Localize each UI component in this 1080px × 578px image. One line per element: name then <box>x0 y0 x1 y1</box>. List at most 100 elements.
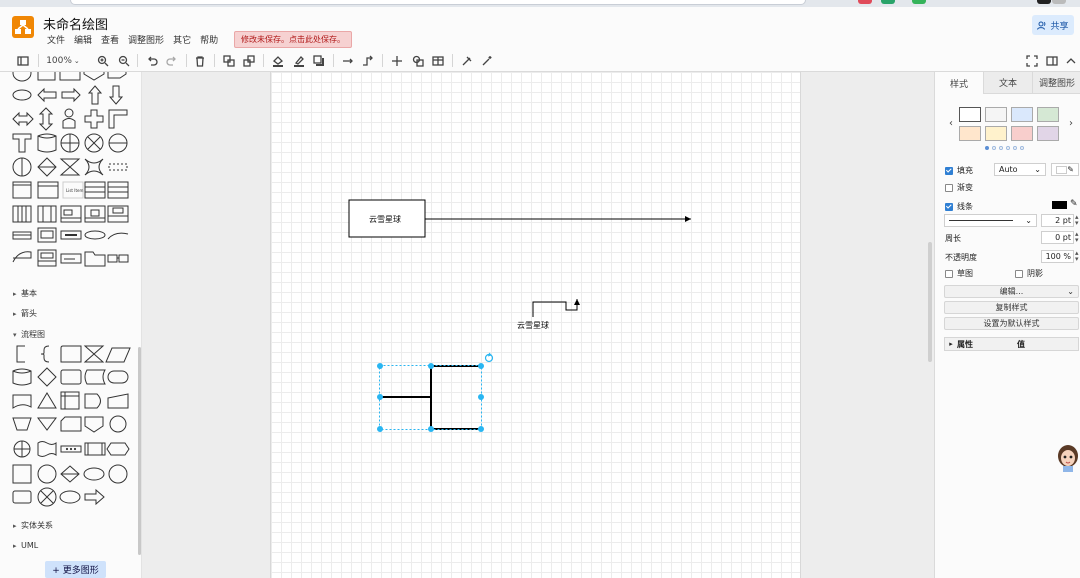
line-color-icon[interactable] <box>292 54 305 67</box>
tab-arrange[interactable]: 调整图形 <box>1032 72 1080 94</box>
stepper-icon[interactable]: ▴ ▾ <box>1075 214 1079 227</box>
style-swatch[interactable] <box>1011 126 1033 141</box>
fill-color-picker[interactable]: ✎ <box>1051 163 1079 176</box>
shape-database[interactable] <box>12 368 32 386</box>
perimeter-input[interactable]: 0 pt <box>1041 231 1074 244</box>
style-swatch[interactable] <box>1037 126 1059 141</box>
shape-ellipse-flat[interactable] <box>84 230 106 240</box>
edit-style-button[interactable]: 编辑... ⌄ <box>944 285 1079 298</box>
connector-label[interactable]: 云雪星球 <box>517 320 549 331</box>
shape-window[interactable] <box>12 181 32 199</box>
shape-brace[interactable] <box>40 345 50 363</box>
extension-icon[interactable] <box>1037 0 1051 4</box>
more-shapes-button[interactable]: + 更多图形 <box>45 561 106 578</box>
shape-square[interactable] <box>12 464 32 484</box>
property-table-header[interactable]: ▸ 属性 值 <box>944 337 1079 351</box>
shape-dashed-box[interactable] <box>108 163 128 171</box>
shape-actor[interactable] <box>62 108 76 129</box>
opacity-input[interactable]: 100 % <box>1041 250 1074 263</box>
shape-textbox[interactable] <box>60 253 82 264</box>
shape-delay[interactable] <box>84 393 101 409</box>
shape-ellipse[interactable] <box>83 467 105 481</box>
shape-circle[interactable] <box>37 464 57 484</box>
shape-or-circle[interactable] <box>37 487 57 507</box>
shape-container[interactable] <box>60 205 82 223</box>
canvas-scrollbar[interactable] <box>928 242 932 362</box>
browser-address-bar[interactable] <box>70 0 806 5</box>
shape-manual-operation[interactable] <box>60 345 82 363</box>
stepper-icon[interactable]: ▴ ▾ <box>1075 250 1079 263</box>
menu-edit[interactable]: 编辑 <box>74 33 92 46</box>
shape-tabbed[interactable] <box>12 231 32 240</box>
shape-ellipse[interactable] <box>12 72 32 82</box>
sketch-checkbox[interactable] <box>945 269 953 278</box>
shape-card[interactable] <box>60 416 82 432</box>
section-flowchart[interactable]: ▾ 流程图 <box>13 329 45 340</box>
shape-internal-storage[interactable] <box>60 391 80 410</box>
shape-up-arrow[interactable] <box>87 85 103 105</box>
shape-parallelogram-curve[interactable] <box>12 251 32 263</box>
shape-tee[interactable] <box>12 133 32 153</box>
style-swatch[interactable] <box>985 126 1007 141</box>
shape-trapezoid[interactable] <box>12 417 32 431</box>
style-swatch[interactable] <box>959 126 981 141</box>
fill-type-select[interactable]: Auto ⌄ <box>994 163 1046 176</box>
section-basic[interactable]: ▸ 基本 <box>13 288 37 299</box>
pencil-icon[interactable]: ✎ <box>1070 199 1078 209</box>
shape-arrow[interactable] <box>84 488 105 506</box>
shape-folder[interactable] <box>84 251 106 267</box>
to-front-icon[interactable] <box>222 54 235 67</box>
shape-right-arrow[interactable] <box>61 87 81 103</box>
zoom-in-icon[interactable] <box>96 54 109 67</box>
diagram-edge-connector[interactable] <box>532 299 580 317</box>
style-swatch[interactable] <box>985 107 1007 122</box>
shape-card[interactable] <box>107 72 127 79</box>
style-swatch[interactable] <box>959 107 981 122</box>
extension-icon[interactable] <box>858 0 872 4</box>
shapes-icon[interactable] <box>411 54 424 67</box>
set-default-style-button[interactable]: 设置为默认样式 <box>944 317 1079 330</box>
shape-collate[interactable] <box>83 345 105 363</box>
menu-view[interactable]: 查看 <box>101 33 119 46</box>
shape-window-bar[interactable] <box>37 181 59 199</box>
format-panel-toggle-icon[interactable] <box>1045 54 1058 67</box>
connection-arrow-icon[interactable] <box>341 54 355 67</box>
shape-rhombus-line[interactable] <box>37 157 57 177</box>
shape-annotation[interactable] <box>16 345 25 363</box>
shape-ellipse[interactable] <box>12 89 32 101</box>
shape-process[interactable] <box>60 369 82 385</box>
extension-icon[interactable] <box>912 0 926 4</box>
fullscreen-icon[interactable] <box>1025 54 1038 67</box>
shape-document[interactable] <box>12 394 32 409</box>
menu-arrange[interactable]: 调整图形 <box>128 33 164 46</box>
tab-style[interactable]: 样式 <box>935 72 983 94</box>
shape-columns[interactable] <box>12 205 32 223</box>
shape-star-cross[interactable] <box>84 158 104 176</box>
waypoint-icon[interactable] <box>361 54 375 67</box>
magic-wand-icon[interactable] <box>480 54 493 67</box>
line-width-input[interactable]: 2 pt <box>1041 214 1074 227</box>
chevron-left-icon[interactable]: ‹ <box>949 118 953 129</box>
shape-offpage[interactable] <box>84 416 104 433</box>
insert-plus-icon[interactable] <box>390 54 403 67</box>
extension-icon[interactable] <box>881 0 895 4</box>
rotate-handle-icon[interactable] <box>484 352 494 363</box>
chevron-right-icon[interactable]: › <box>1069 118 1073 129</box>
diagram-selected-shape[interactable] <box>381 365 481 430</box>
delete-icon[interactable] <box>193 54 206 67</box>
shape-card-box[interactable] <box>37 227 57 243</box>
shape-down-arrow[interactable] <box>108 85 124 105</box>
shape-circle[interactable] <box>108 464 128 484</box>
zoom-out-icon[interactable] <box>117 54 130 67</box>
shape-decision[interactable] <box>37 367 57 387</box>
shape-list[interactable] <box>107 181 129 199</box>
shape-rectangle[interactable] <box>59 72 81 81</box>
table-icon[interactable] <box>431 54 444 67</box>
shape-link[interactable] <box>107 254 129 263</box>
undo-icon[interactable] <box>145 54 158 67</box>
style-swatch[interactable] <box>1037 107 1059 122</box>
shape-summing-junction[interactable] <box>13 440 31 458</box>
style-swatch[interactable] <box>1011 107 1033 122</box>
section-uml[interactable]: ▸ UML <box>13 541 38 550</box>
shape-ellipse[interactable] <box>59 490 81 504</box>
